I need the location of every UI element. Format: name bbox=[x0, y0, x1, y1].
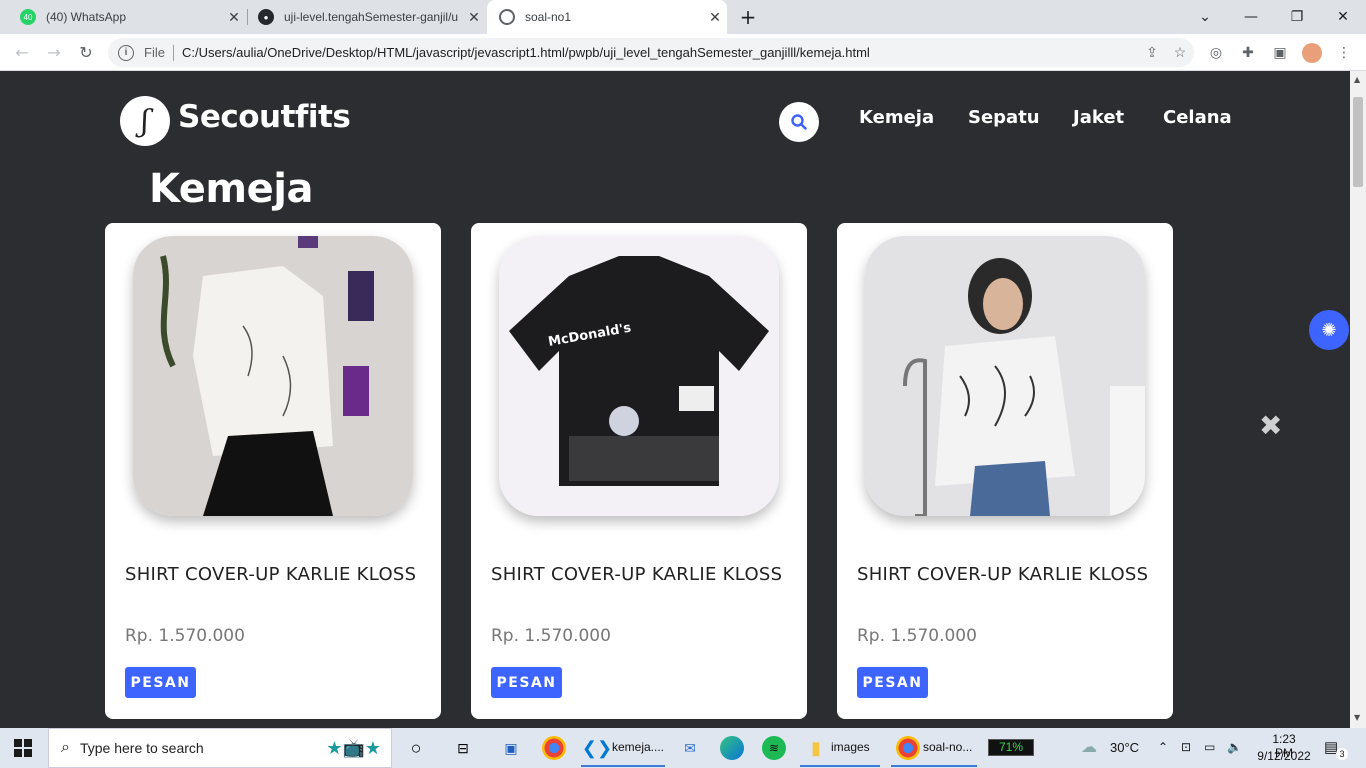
weather-icon: ☁ bbox=[1081, 739, 1097, 756]
close-tab-icon[interactable]: ✕ bbox=[222, 9, 246, 26]
back-icon[interactable]: ← bbox=[10, 40, 34, 64]
search-placeholder: Type here to search bbox=[79, 740, 204, 756]
taskbar-app-label[interactable]: images bbox=[831, 740, 870, 754]
info-icon[interactable]: i bbox=[118, 44, 134, 61]
scrollbar-thumb[interactable] bbox=[1353, 97, 1363, 187]
edge-icon[interactable] bbox=[720, 736, 744, 760]
battery-widget[interactable]: 71% bbox=[988, 739, 1034, 756]
nav-sepatu[interactable]: Sepatu bbox=[968, 107, 1040, 128]
address-bar: ← → ↻ i File C:/Users/aulia/OneDrive/Des… bbox=[0, 34, 1366, 71]
chrome-icon[interactable] bbox=[542, 736, 566, 760]
nav-celana[interactable]: Celana bbox=[1163, 107, 1232, 128]
github-icon: ● bbox=[258, 9, 274, 25]
volume-icon[interactable]: 🔈 bbox=[1227, 740, 1242, 754]
product-image bbox=[133, 236, 413, 516]
tray-chevron-icon[interactable]: ⌃ bbox=[1158, 740, 1168, 754]
forward-icon[interactable]: → bbox=[42, 40, 66, 64]
product-image: McDonald's bbox=[499, 236, 779, 516]
taskbar-app-label[interactable]: soal-no... bbox=[923, 740, 972, 754]
vscode-icon[interactable]: ❮❯ bbox=[582, 736, 612, 760]
minimize-button[interactable]: — bbox=[1228, 0, 1274, 34]
page-content: ʃ Secoutfits Kemeja Sepatu Jaket Celana … bbox=[0, 71, 1350, 728]
tab-title: soal-no1 bbox=[525, 10, 572, 24]
gear-icon: ✺ bbox=[1321, 319, 1337, 341]
search-icon bbox=[791, 114, 807, 130]
chrome-icon[interactable] bbox=[896, 736, 920, 760]
search-icon: ⌕ bbox=[61, 739, 70, 756]
order-button[interactable]: PESAN bbox=[491, 667, 562, 698]
browser-tab-bar: 40 (40) WhatsApp ✕ ● uji-level.tengahSem… bbox=[0, 0, 1366, 34]
clock-date[interactable]: 9/12/2022 bbox=[1255, 749, 1313, 763]
brand-name[interactable]: Secoutfits bbox=[178, 99, 351, 135]
taskbar-search[interactable]: ⌕ Type here to search ★📺★ bbox=[48, 728, 392, 768]
windows-taskbar: ⌕ Type here to search ★📺★ ○ ⊟ ▣ ❮❯ kemej… bbox=[0, 728, 1366, 768]
whatsapp-icon: 40 bbox=[20, 9, 36, 25]
share-icon[interactable]: ⇪ bbox=[1138, 44, 1166, 61]
url-text: C:/Users/aulia/OneDrive/Desktop/HTML/jav… bbox=[181, 45, 870, 60]
close-tab-icon[interactable]: ✕ bbox=[703, 9, 727, 26]
reload-icon[interactable]: ↻ bbox=[74, 40, 98, 64]
close-tab-icon[interactable]: ✕ bbox=[462, 9, 486, 26]
tab-title: (40) WhatsApp bbox=[46, 10, 127, 24]
product-card: McDonald's SHIRT COVER-UP KARLIE KLOSS R… bbox=[471, 223, 807, 719]
side-panel-icon[interactable]: ▣ bbox=[1270, 43, 1290, 63]
product-price: Rp. 1.570.000 bbox=[857, 626, 977, 646]
spotify-icon[interactable]: ≋ bbox=[762, 736, 786, 760]
battery-icon[interactable]: ▭ bbox=[1204, 740, 1215, 754]
bookmark-star-icon[interactable]: ☆ bbox=[1166, 44, 1194, 61]
notification-badge: 3 bbox=[1336, 748, 1348, 760]
windows-start-icon[interactable] bbox=[14, 739, 32, 757]
close-icon[interactable]: ✖ bbox=[1259, 409, 1282, 442]
brand-logo[interactable]: ʃ bbox=[120, 96, 170, 146]
product-card: SHIRT COVER-UP KARLIE KLOSS Rp. 1.570.00… bbox=[105, 223, 441, 719]
new-tab-button[interactable]: + bbox=[728, 0, 768, 34]
tab-github[interactable]: ● uji-level.tengahSemester-ganjil/u ✕ bbox=[248, 0, 486, 34]
url-input[interactable]: i File C:/Users/aulia/OneDrive/Desktop/H… bbox=[108, 38, 1194, 67]
product-price: Rp. 1.570.000 bbox=[125, 626, 245, 646]
restore-button[interactable]: ❐ bbox=[1274, 0, 1320, 34]
product-image bbox=[865, 236, 1145, 516]
search-button[interactable] bbox=[779, 102, 819, 142]
mail-icon[interactable]: ✉ bbox=[678, 736, 702, 760]
settings-button[interactable]: ✺ bbox=[1309, 310, 1349, 350]
store-icon[interactable]: ▣ bbox=[499, 736, 523, 760]
product-name: SHIRT COVER-UP KARLIE KLOSS bbox=[857, 564, 1149, 585]
extension-icon[interactable]: ◎ bbox=[1206, 43, 1226, 63]
cortana-icon[interactable]: ○ bbox=[404, 736, 428, 760]
puzzle-icon[interactable]: ✚ bbox=[1238, 43, 1258, 63]
order-button[interactable]: PESAN bbox=[125, 667, 196, 698]
nav-jaket[interactable]: Jaket bbox=[1073, 107, 1124, 128]
network-icon[interactable]: ⊡ bbox=[1181, 740, 1191, 754]
product-card: SHIRT COVER-UP KARLIE KLOSS Rp. 1.570.00… bbox=[837, 223, 1173, 719]
folder-icon[interactable]: ▮ bbox=[804, 736, 828, 760]
tv-widget-icon[interactable]: ★📺★ bbox=[326, 738, 381, 759]
task-view-icon[interactable]: ⊟ bbox=[451, 736, 475, 760]
nav-kemeja[interactable]: Kemeja bbox=[859, 107, 934, 128]
globe-icon bbox=[499, 9, 515, 25]
profile-avatar[interactable] bbox=[1302, 43, 1322, 63]
taskbar-app-label[interactable]: kemeja.... bbox=[612, 740, 664, 754]
weather-temp[interactable]: 30°C bbox=[1110, 740, 1139, 755]
order-button[interactable]: PESAN bbox=[857, 667, 928, 698]
product-name: SHIRT COVER-UP KARLIE KLOSS bbox=[125, 564, 417, 585]
tab-soal-no1[interactable]: soal-no1 ✕ bbox=[487, 0, 727, 34]
tab-title: uji-level.tengahSemester-ganjil/u bbox=[284, 10, 459, 24]
tab-search-icon[interactable]: ⌄ bbox=[1182, 0, 1228, 34]
tab-whatsapp[interactable]: 40 (40) WhatsApp ✕ bbox=[0, 0, 246, 34]
product-name: SHIRT COVER-UP KARLIE KLOSS bbox=[491, 564, 783, 585]
page-title: Kemeja bbox=[149, 166, 313, 212]
menu-icon[interactable]: ⋮ bbox=[1334, 43, 1354, 63]
close-window-button[interactable]: ✕ bbox=[1320, 0, 1366, 34]
product-price: Rp. 1.570.000 bbox=[491, 626, 611, 646]
page-scrollbar[interactable]: ▲ ▼ bbox=[1350, 71, 1366, 728]
file-label: File bbox=[144, 45, 165, 60]
